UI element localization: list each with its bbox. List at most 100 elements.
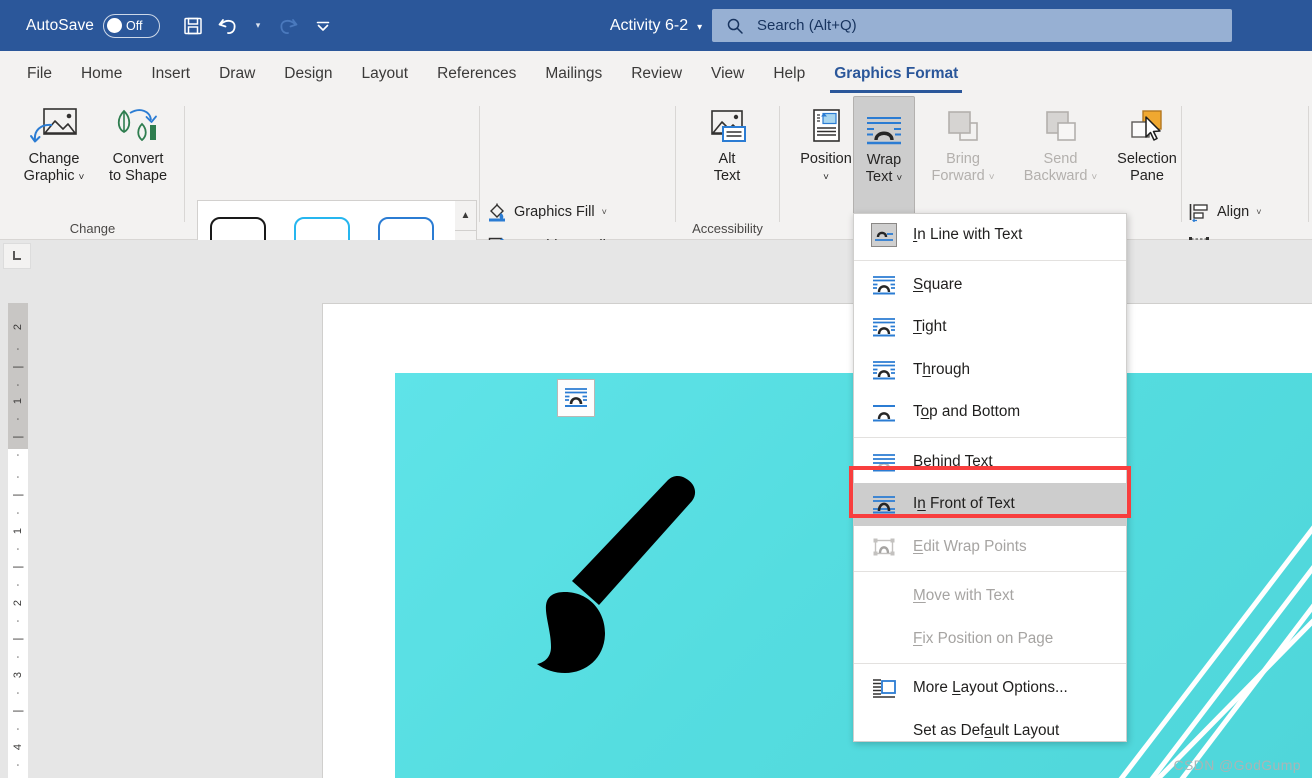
edit-wrap-points-icon — [871, 535, 897, 559]
wrap-text-label-line1: Wrap — [866, 152, 902, 168]
autosave-toggle-knob — [107, 18, 123, 33]
send-backward-label: Send Backward ˅ — [1024, 151, 1098, 185]
ruler-tick: | — [12, 493, 24, 497]
tab-view[interactable]: View — [698, 61, 757, 86]
search-placeholder: Search (Alt+Q) — [757, 17, 857, 34]
send-backward-label-line2: Backward — [1023, 168, 1088, 185]
menu-item-behind-text[interactable]: Behind Text — [854, 441, 1126, 484]
layout-options-button[interactable] — [557, 379, 595, 417]
wrap-inline-icon — [871, 223, 897, 248]
convert-to-shape-label-line2: to Shape — [108, 168, 168, 185]
change-graphic-label: Change Graphic ˅ — [24, 151, 85, 185]
menu-item-label: More Layout Options... — [913, 679, 1068, 697]
ruler-tick: · — [12, 763, 24, 767]
alt-text-button[interactable]: Alt Text — [683, 96, 771, 185]
menu-item-fix-position-on-page[interactable]: Fix Position on Page — [854, 618, 1126, 661]
menu-separator — [854, 571, 1126, 572]
wrap-text-menu[interactable]: In Line with Text Square Tight Through T… — [853, 213, 1127, 742]
menu-item-edit-wrap-points[interactable]: Edit Wrap Points — [854, 526, 1126, 569]
quick-access-toolbar: ▾ — [176, 9, 340, 43]
convert-to-shape-label-line1: Convert — [112, 151, 164, 167]
align-button[interactable]: Align ˅ — [1188, 202, 1262, 222]
selection-pane-icon — [1124, 103, 1170, 151]
search-box[interactable]: Search (Alt+Q) — [712, 9, 1232, 42]
autosave-control[interactable]: AutoSave Off — [26, 13, 161, 38]
menu-item-top-and-bottom[interactable]: Top and Bottom — [854, 391, 1126, 434]
selection-pane-button[interactable]: Selection Pane — [1105, 96, 1189, 185]
tab-help[interactable]: Help — [760, 61, 818, 86]
tab-stop-selector[interactable] — [3, 243, 31, 269]
tab-home[interactable]: Home — [68, 61, 135, 86]
bring-forward-label-line2: Forward — [931, 168, 985, 185]
change-graphic-button[interactable]: Change Graphic ˅ — [12, 96, 96, 185]
ribbon-tabs: File Home Insert Draw Design Layout Refe… — [0, 51, 1312, 96]
undo-dropdown-button[interactable]: ▾ — [248, 9, 268, 43]
menu-item-through[interactable]: Through — [854, 349, 1126, 392]
tab-draw[interactable]: Draw — [206, 61, 268, 86]
convert-to-shape-label: Convert to Shape — [109, 151, 167, 185]
send-backward-button[interactable]: Send Backward ˅ — [1013, 96, 1108, 185]
undo-icon — [218, 18, 236, 34]
menu-item-move-with-text[interactable]: Move with Text — [854, 575, 1126, 618]
menu-item-label: Through — [913, 360, 970, 378]
selection-pane-label-line2: Pane — [1130, 168, 1164, 185]
ruler-tick: | — [12, 709, 24, 713]
save-button[interactable] — [176, 9, 210, 43]
graphics-fill-button[interactable]: Graphics Fill ˅ — [487, 202, 607, 222]
graphics-fill-icon — [489, 203, 505, 222]
customize-quick-access-toolbar-button[interactable] — [306, 9, 340, 43]
convert-to-shape-icon — [112, 103, 164, 151]
autosave-toggle[interactable]: Off — [103, 13, 161, 38]
tab-review[interactable]: Review — [618, 61, 695, 86]
ruler-tick: · — [12, 583, 24, 587]
tab-design[interactable]: Design — [271, 61, 345, 86]
document-page[interactable]: CSDN @GodGump — [322, 303, 1312, 778]
menu-item-in-front-of-text[interactable]: In Front of Text — [854, 483, 1126, 526]
menu-item-label: Top and Bottom — [913, 403, 1021, 421]
group-separator — [1181, 106, 1182, 222]
tab-insert[interactable]: Insert — [138, 61, 203, 86]
tab-references[interactable]: References — [424, 61, 529, 86]
save-icon — [184, 17, 202, 34]
change-graphic-label-line1: Change — [28, 151, 80, 167]
bring-forward-label: Bring Forward ˅ — [931, 151, 994, 185]
ribbon-group-accessibility: Alt Text Accessibility — [675, 96, 780, 240]
convert-to-shape-button[interactable]: Convert to Shape — [96, 96, 180, 185]
document-title: Activity 6-2 — [609, 16, 689, 34]
document-title-chevron-icon: ▾ — [697, 21, 703, 33]
menu-separator — [854, 436, 1126, 438]
menu-item-in-line-with-text[interactable]: In Line with Text — [854, 214, 1126, 257]
tab-layout[interactable]: Layout — [349, 61, 422, 86]
watermark-text: CSDN @GodGump — [1173, 757, 1301, 773]
wrap-text-label: Wrap Text ˅ — [866, 152, 902, 186]
tab-graphics-format[interactable]: Graphics Format — [821, 61, 971, 93]
change-graphic-label-line2: Graphic — [23, 168, 75, 185]
position-label: Position ˅ — [800, 151, 852, 185]
menu-item-label: In Line with Text — [913, 226, 1023, 244]
bring-forward-button[interactable]: Bring Forward ˅ — [919, 96, 1007, 185]
menu-item-label: Move with Text — [913, 587, 1014, 605]
group-separator — [675, 106, 676, 222]
position-label-line1: Position — [800, 151, 852, 167]
ruler-tick: · — [12, 453, 24, 457]
menu-item-tight[interactable]: Tight — [854, 306, 1126, 349]
selection-pane-label-line1: Selection — [1117, 151, 1177, 167]
menu-item-set-as-default-layout[interactable]: Set as Default Layout — [854, 710, 1126, 753]
wrap-text-label-line2: Text — [865, 169, 893, 186]
wrap-text-button[interactable]: Wrap Text ˅ — [853, 96, 915, 219]
gallery-scroll-up-button[interactable]: ▲ — [455, 201, 476, 232]
ruler-tick: | — [12, 435, 24, 439]
ruler-tick-label: 1 — [12, 397, 24, 405]
align-icon — [1189, 204, 1208, 222]
menu-item-square[interactable]: Square — [854, 264, 1126, 307]
tab-file[interactable]: File — [14, 61, 65, 86]
vertical-ruler[interactable]: 2 · | · 1 · | · · | · 1 · | · 2 · | · 3 … — [8, 303, 28, 778]
redo-button[interactable] — [270, 9, 304, 43]
tab-mailings[interactable]: Mailings — [532, 61, 615, 86]
ribbon-group-accessibility-label: Accessibility — [692, 221, 763, 236]
undo-button[interactable] — [212, 9, 246, 43]
ruler-tick-label: 3 — [12, 671, 24, 679]
chevron-down-icon: ˅ — [896, 173, 903, 185]
menu-item-more-layout-options[interactable]: More Layout Options... — [854, 667, 1126, 710]
wrap-behind-text-icon — [871, 450, 897, 474]
